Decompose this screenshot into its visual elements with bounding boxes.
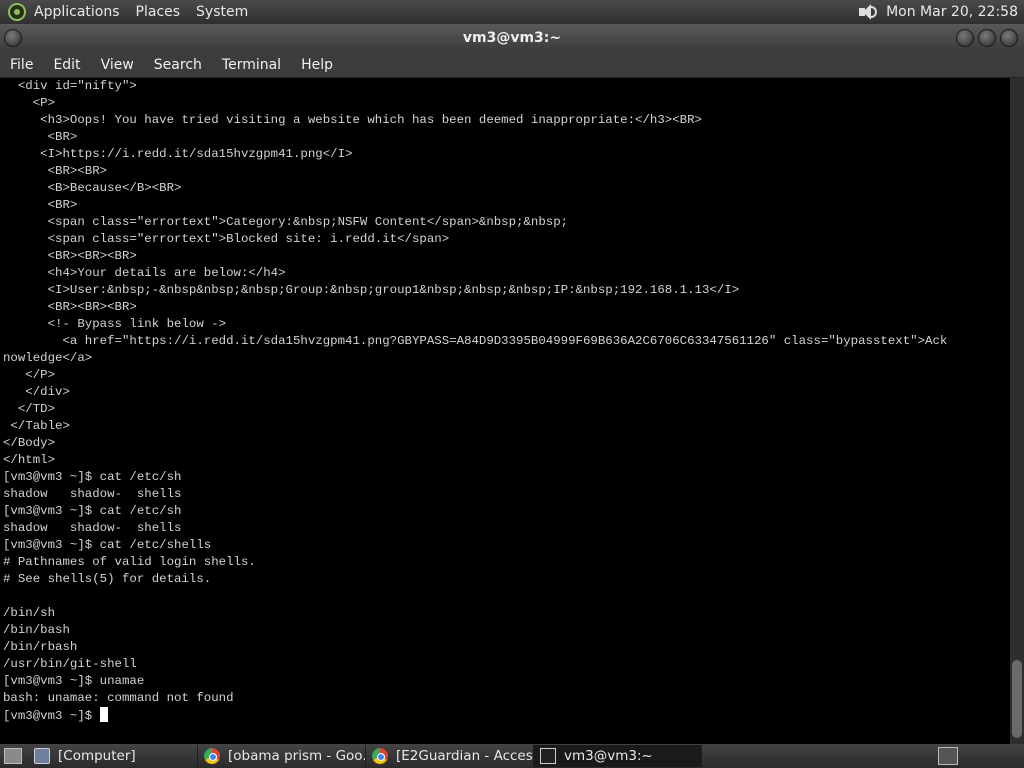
terminal-line: </P>	[3, 368, 56, 382]
chrome-icon	[204, 748, 220, 764]
taskbar-item-chrome-e2guardian[interactable]: [E2Guardian - Acces...	[366, 745, 534, 767]
clock[interactable]: Mon Mar 20, 22:58	[886, 4, 1024, 20]
volume-icon[interactable]	[856, 2, 878, 22]
terminal-line: </html>	[3, 453, 56, 467]
shell-prompt: [vm3@vm3 ~]$	[3, 709, 93, 723]
menu-view[interactable]: View	[91, 52, 144, 78]
menu-edit[interactable]: Edit	[43, 52, 90, 78]
workspace-switcher[interactable]	[938, 747, 958, 765]
applications-menu[interactable]: Applications	[26, 0, 128, 24]
task-label: [Computer]	[58, 748, 136, 764]
terminal-line: <P>	[3, 96, 56, 110]
show-desktop-icon[interactable]	[4, 748, 22, 764]
terminal-line: <h4>Your details are below:</h4>	[3, 266, 286, 280]
terminal-line: [vm3@vm3 ~]$ unamae	[3, 674, 145, 688]
terminal-line: [vm3@vm3 ~]$ cat /etc/sh	[3, 470, 182, 484]
terminal-line: </Body>	[3, 436, 56, 450]
menubar: File Edit View Search Terminal Help	[0, 52, 1024, 78]
terminal-line: # Pathnames of valid login shells.	[3, 555, 256, 569]
terminal-line: <BR>	[3, 130, 78, 144]
taskbar-item-terminal[interactable]: vm3@vm3:~	[534, 745, 702, 767]
terminal-line: [vm3@vm3 ~]$ cat /etc/shells	[3, 538, 212, 552]
terminal-line: <BR><BR><BR>	[3, 300, 137, 314]
terminal-line: </div>	[3, 385, 70, 399]
panel-tray: Mon Mar 20, 22:58	[856, 2, 1024, 22]
terminal-line: [vm3@vm3 ~]$ cat /etc/sh	[3, 504, 182, 518]
chrome-icon	[372, 748, 388, 764]
terminal-line: <!- Bypass link below ->	[3, 317, 227, 331]
terminal-line: nowledge</a>	[3, 351, 93, 365]
menu-file[interactable]: File	[0, 52, 43, 78]
close-button[interactable]	[1000, 29, 1018, 47]
distro-logo-icon[interactable]	[8, 3, 26, 21]
terminal-line: <BR><BR>	[3, 164, 108, 178]
computer-icon	[34, 748, 50, 764]
terminal-line: <BR><BR><BR>	[3, 249, 137, 263]
terminal-area: <div id="nifty"> <P> <h3>Oops! You have …	[0, 78, 1024, 744]
terminal-line: /usr/bin/git-shell	[3, 657, 137, 671]
top-panel: Applications Places System Mon Mar 20, 2…	[0, 0, 1024, 24]
window-menu-button[interactable]	[4, 29, 22, 47]
menu-search[interactable]: Search	[144, 52, 212, 78]
terminal-line: <B>Because</B><BR>	[3, 181, 182, 195]
window-titlebar[interactable]: vm3@vm3:~	[0, 24, 1024, 52]
terminal-line: <span class="errortext">Category:&nbsp;N…	[3, 215, 569, 229]
terminal-line: shadow shadow- shells	[3, 521, 182, 535]
task-label: [obama prism - Goo...	[228, 748, 366, 764]
terminal-line: <I>https://i.redd.it/sda15hvzgpm41.png</…	[3, 147, 353, 161]
terminal-line: <BR>	[3, 198, 78, 212]
terminal-line: /bin/sh	[3, 606, 56, 620]
terminal-icon	[540, 748, 556, 764]
terminal-line: </TD>	[3, 402, 56, 416]
text-cursor	[100, 707, 109, 722]
terminal-line: bash: unamae: command not found	[3, 691, 234, 705]
terminal-line: <a href="https://i.redd.it/sda15hvzgpm41…	[3, 334, 948, 348]
scrollbar-thumb[interactable]	[1012, 660, 1022, 738]
terminal-prompt-line: [vm3@vm3 ~]$	[3, 707, 1010, 724]
minimize-button[interactable]	[956, 29, 974, 47]
places-menu[interactable]: Places	[128, 0, 189, 24]
task-label: vm3@vm3:~	[564, 748, 653, 764]
terminal-line: </Table>	[3, 419, 70, 433]
task-label: [E2Guardian - Acces...	[396, 748, 534, 764]
terminal-line: <span class="errortext">Blocked site: i.…	[3, 232, 450, 246]
terminal-line: /bin/bash	[3, 623, 70, 637]
taskbar: [Computer] [obama prism - Goo... [E2Guar…	[0, 744, 1024, 768]
terminal-line: /bin/rbash	[3, 640, 78, 654]
taskbar-item-chrome-obama[interactable]: [obama prism - Goo...	[198, 745, 366, 767]
taskbar-item-computer[interactable]: [Computer]	[28, 745, 198, 767]
terminal-line: <I>User:&nbsp;-&nbsp&nbsp;&nbsp;Group:&n…	[3, 283, 740, 297]
maximize-button[interactable]	[978, 29, 996, 47]
terminal-line: <h3>Oops! You have tried visiting a webs…	[3, 113, 702, 127]
system-menu[interactable]: System	[188, 0, 256, 24]
terminal-output[interactable]: <div id="nifty"> <P> <h3>Oops! You have …	[0, 78, 1010, 744]
window-title: vm3@vm3:~	[462, 30, 562, 46]
menu-help[interactable]: Help	[291, 52, 343, 78]
terminal-scrollbar[interactable]	[1010, 78, 1024, 744]
terminal-line: # See shells(5) for details.	[3, 572, 212, 586]
terminal-window: vm3@vm3:~ File Edit View Search Terminal…	[0, 24, 1024, 744]
menu-terminal[interactable]: Terminal	[212, 52, 291, 78]
terminal-line: <div id="nifty">	[3, 79, 137, 93]
terminal-line: shadow shadow- shells	[3, 487, 182, 501]
